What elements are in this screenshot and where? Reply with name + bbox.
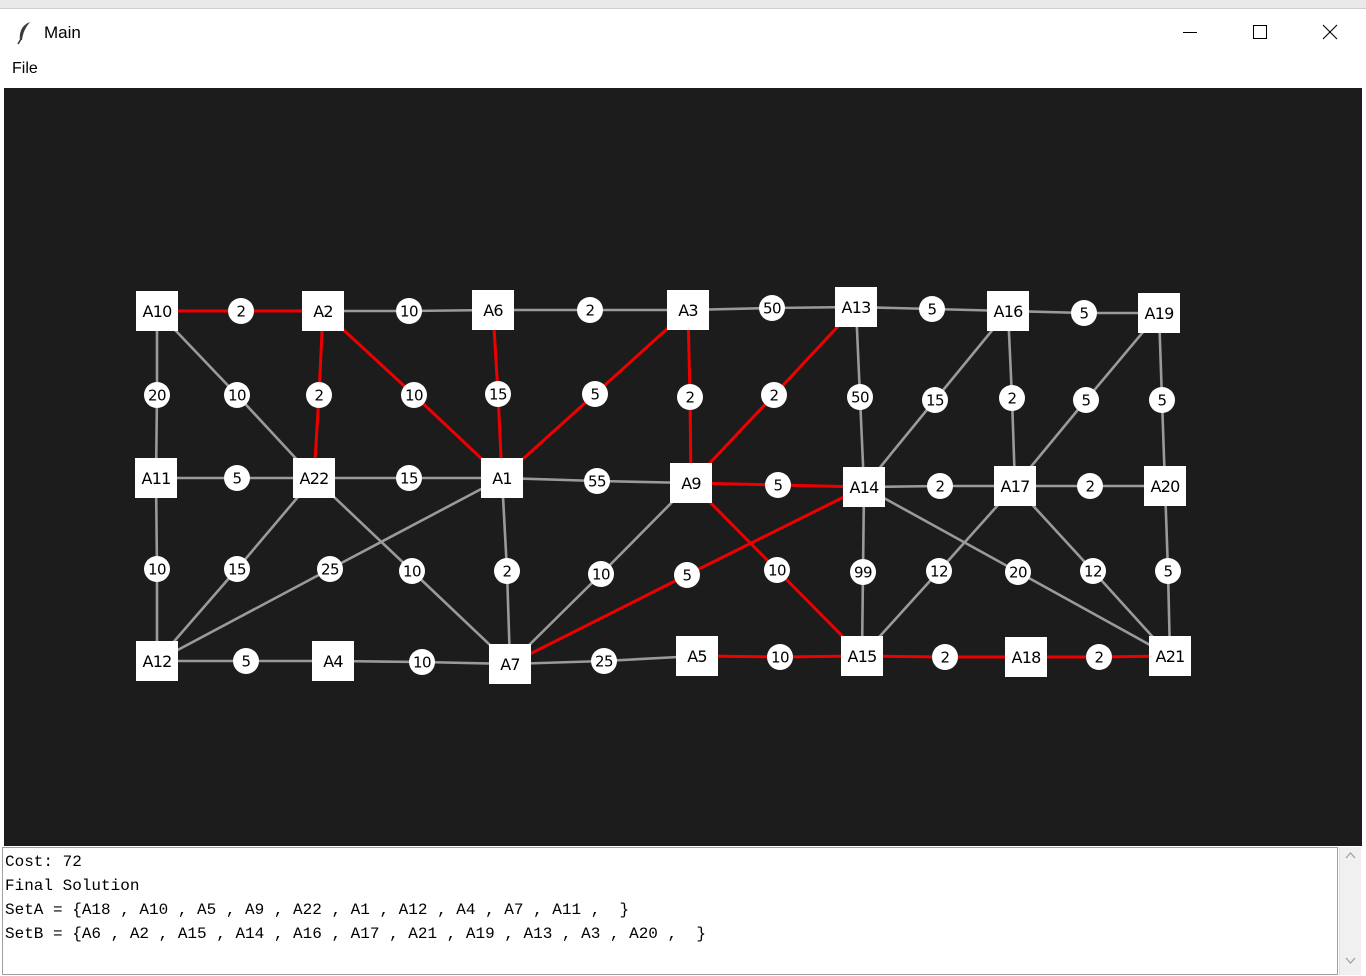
graph-node-label: A6 bbox=[483, 301, 503, 320]
edge-weight-label: 25 bbox=[321, 561, 339, 579]
edge-weight-label: 5 bbox=[683, 567, 692, 585]
graph-node-label: A10 bbox=[143, 302, 173, 321]
edge-weight-label: 2 bbox=[503, 563, 512, 581]
graph-node-label: A20 bbox=[1151, 477, 1181, 496]
edge-weight-label: 10 bbox=[592, 566, 610, 584]
edge-weight-label: 20 bbox=[148, 387, 166, 405]
scroll-up-icon[interactable] bbox=[1345, 851, 1356, 859]
edge-weight-label: 5 bbox=[928, 301, 937, 319]
edge-weight-label: 5 bbox=[233, 470, 242, 488]
edge-weight-label: 15 bbox=[228, 561, 246, 579]
output-text: Cost: 72 Final Solution SetA = {A18 , A1… bbox=[3, 850, 706, 946]
graph-node-label: A5 bbox=[687, 647, 707, 666]
graph-canvas[interactable]: 2 10 2 50 5 5 20 10 2 10 15 5 2 2 50 15 2 5 5 5 15 55 5 2 2 10 15 2… bbox=[4, 88, 1362, 846]
graph-node-label: A17 bbox=[1001, 477, 1030, 496]
menu-file[interactable]: File bbox=[12, 60, 38, 78]
title-bar[interactable]: Main bbox=[0, 9, 1366, 55]
edge-weight-label: 55 bbox=[588, 473, 606, 491]
edge-weight-label: 5 bbox=[1158, 392, 1167, 410]
output-line: Final Solution bbox=[5, 877, 140, 895]
scroll-down-icon[interactable] bbox=[1345, 957, 1356, 965]
graph-node-label: A12 bbox=[143, 652, 172, 671]
graph-node-label: A13 bbox=[842, 298, 871, 317]
edge-weight-label: 5 bbox=[242, 653, 251, 671]
edge-weight-label: 10 bbox=[768, 562, 786, 580]
menu-bar: File bbox=[0, 55, 1366, 85]
edge-weight-label: 5 bbox=[1082, 392, 1091, 410]
edge-weight-label: 2 bbox=[315, 387, 324, 405]
desktop-strip bbox=[0, 0, 1366, 8]
graph-node-label: A7 bbox=[500, 655, 520, 674]
edge-weight-label: 2 bbox=[770, 387, 779, 405]
edge-weight-label: 15 bbox=[489, 386, 507, 404]
edge-weight-label: 2 bbox=[941, 649, 950, 667]
edge-weight-label: 10 bbox=[148, 561, 166, 579]
graph-node-label: A18 bbox=[1012, 648, 1042, 667]
edge-weight-label: 99 bbox=[854, 564, 872, 582]
edge-weight-label: 5 bbox=[1080, 305, 1089, 323]
graph-node-label: A16 bbox=[994, 302, 1024, 321]
vertical-scrollbar[interactable] bbox=[1339, 847, 1361, 975]
edge-weight-label: 50 bbox=[851, 389, 869, 407]
graph-node-label: A21 bbox=[1156, 647, 1185, 666]
app-window: Main File 2 10 2 50 5 5 20 10 2 10 15 5 2 2 50 15 2 5 5 5 15… bbox=[0, 8, 1366, 976]
edge-weight-label: 50 bbox=[763, 300, 781, 318]
edge-weight-label: 2 bbox=[686, 389, 695, 407]
edge-weight-label: 10 bbox=[403, 563, 421, 581]
output-line: Cost: 72 bbox=[5, 853, 82, 871]
edge-weight-label: 10 bbox=[413, 654, 431, 672]
edge-weight-label: 15 bbox=[926, 392, 944, 410]
edge-weight-label: 5 bbox=[774, 477, 783, 495]
edge-weight-label: 5 bbox=[591, 386, 600, 404]
edge-weight-label: 2 bbox=[936, 478, 945, 496]
edge-weight-label: 12 bbox=[930, 563, 948, 581]
graph-node-label: A4 bbox=[323, 652, 343, 671]
edge-weight-label: 5 bbox=[1164, 563, 1173, 581]
edge-weight-label: 2 bbox=[1095, 649, 1104, 667]
maximize-icon bbox=[1253, 25, 1267, 39]
window-title: Main bbox=[44, 23, 81, 42]
edge-weight-label: 20 bbox=[1009, 564, 1027, 582]
edge-weight-label: 15 bbox=[400, 470, 418, 488]
graph-node-label: A1 bbox=[492, 469, 512, 488]
edge-weight-label: 2 bbox=[237, 303, 246, 321]
close-button[interactable] bbox=[1295, 9, 1365, 55]
close-icon bbox=[1322, 24, 1338, 40]
graph-node-label: A11 bbox=[142, 469, 171, 488]
graph-node-label: A15 bbox=[848, 647, 877, 666]
graph-node-label: A22 bbox=[300, 469, 329, 488]
graph-node-label: A9 bbox=[681, 474, 701, 493]
edge-weight-label: 2 bbox=[1086, 478, 1095, 496]
edge-weight-label: 10 bbox=[228, 387, 246, 405]
graph-node-label: A2 bbox=[313, 302, 333, 321]
graph-node-label: A19 bbox=[1145, 304, 1175, 323]
graph-node-label: A14 bbox=[850, 478, 880, 497]
edge-weight-label: 10 bbox=[400, 303, 418, 321]
maximize-button[interactable] bbox=[1225, 9, 1295, 55]
minimize-button[interactable] bbox=[1155, 9, 1225, 55]
edge-weight-label: 2 bbox=[1008, 390, 1017, 408]
minimize-icon bbox=[1183, 32, 1197, 33]
feather-icon bbox=[14, 21, 36, 45]
edge-weight-label: 2 bbox=[586, 302, 595, 320]
nodes-layer: A10 A2 A6 A3 A13 A16 A19 A11 A22 A1 A9 A14 A17 A20 A12… bbox=[135, 287, 1191, 684]
output-line: SetA = {A18 , A10 , A5 , A9 , A22 , A1 ,… bbox=[5, 901, 630, 919]
output-textarea[interactable]: Cost: 72 Final Solution SetA = {A18 , A1… bbox=[2, 847, 1338, 975]
edge-weight-label: 12 bbox=[1084, 563, 1102, 581]
edge-weight-label: 10 bbox=[405, 387, 423, 405]
graph-svg: 2 10 2 50 5 520 10 2 10 15 5 2 2 50 15 2 5 55 15 55 5 2 210 15 2… bbox=[135, 287, 1191, 684]
edge-weight-label: 25 bbox=[595, 653, 613, 671]
graph-node-label: A3 bbox=[678, 301, 698, 320]
edge-weight-label: 10 bbox=[771, 649, 789, 667]
output-line: SetB = {A6 , A2 , A15 , A14 , A16 , A17 … bbox=[5, 925, 706, 943]
